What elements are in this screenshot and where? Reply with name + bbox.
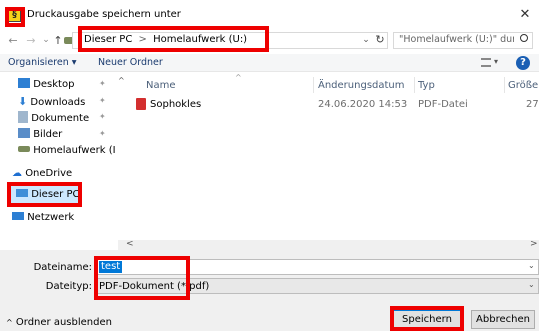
refresh-icon[interactable]: ↻	[373, 32, 387, 48]
sidebar-item-label: Bilder	[33, 129, 63, 140]
chevron-up-icon: ^	[6, 318, 13, 327]
sort-indicator-icon: ^	[235, 73, 242, 82]
sidebar-item-onedrive[interactable]: ☁ OneDrive	[12, 168, 72, 179]
search-icon[interactable]	[520, 34, 528, 42]
sidebar-item-label: Desktop	[33, 79, 75, 90]
sidebar-item-label: OneDrive	[25, 168, 73, 179]
hide-folders-label: Ordner ausblenden	[15, 317, 112, 328]
sidebar-item-label: Downloads	[30, 97, 86, 108]
filename-label: Dateiname:	[33, 262, 92, 273]
sidebar-item-label: Dokumente	[31, 113, 90, 124]
pictures-icon	[18, 128, 30, 138]
pin-icon: ✦	[99, 79, 106, 88]
column-divider[interactable]	[313, 77, 314, 93]
highlight-save-button	[390, 306, 464, 331]
column-header-name[interactable]: Name	[146, 80, 176, 91]
sidebar-item-netzwerk[interactable]: Netzwerk	[12, 212, 74, 223]
pdf-file-icon	[136, 98, 146, 110]
horizontal-scrollbar[interactable]	[118, 240, 539, 250]
documents-icon	[18, 111, 28, 123]
column-divider[interactable]	[504, 77, 505, 93]
window-title: Druckausgabe speichern unter	[27, 9, 181, 20]
file-name[interactable]: Sophokles	[150, 99, 201, 110]
download-arrow-icon: ⬇	[18, 95, 28, 108]
sidebar-item-desktop[interactable]: Desktop	[18, 78, 74, 90]
desktop-icon	[18, 78, 30, 88]
sidebar-item-label: Homelaufwerk (I	[33, 145, 116, 156]
cloud-icon: ☁	[12, 168, 22, 179]
column-header-type[interactable]: Typ	[418, 80, 435, 91]
sidebar-item-dokumente[interactable]: Dokumente	[18, 111, 89, 124]
filename-dropdown-icon[interactable]: ⌄	[528, 261, 535, 270]
column-header-date[interactable]: Änderungsdatum	[318, 80, 405, 91]
sidebar-item-downloads[interactable]: ⬇ Downloads	[18, 95, 85, 108]
back-arrow-icon[interactable]: ←	[6, 33, 20, 49]
help-icon[interactable]: ?	[516, 56, 530, 70]
highlight-dieser-pc	[7, 182, 82, 207]
filetype-dropdown-icon[interactable]: ⌄	[528, 280, 535, 289]
search-input[interactable]: "Homelaufwerk (U:)" durchsuc...	[399, 34, 514, 45]
scroll-left-icon[interactable]: <	[126, 239, 134, 249]
column-header-size[interactable]: Größe	[508, 80, 538, 91]
cancel-button[interactable]: Abbrechen	[471, 310, 535, 329]
file-size: 273	[526, 99, 539, 110]
new-folder-button[interactable]: Neuer Ordner	[98, 57, 163, 68]
filetype-label: Dateityp:	[45, 281, 92, 292]
drive-icon	[18, 146, 30, 152]
pin-icon: ✦	[99, 112, 106, 121]
sidebar-item-bilder[interactable]: Bilder	[18, 128, 62, 140]
highlight-app-icon	[5, 7, 25, 27]
pin-icon: ✦	[99, 129, 106, 138]
file-date: 24.06.2020 14:53	[318, 99, 408, 110]
close-icon[interactable]: ✕	[518, 8, 532, 22]
toolbar	[0, 54, 539, 72]
network-icon	[12, 212, 24, 220]
forward-arrow-icon[interactable]: →	[24, 33, 38, 49]
sidebar-scrollbar[interactable]	[117, 73, 125, 250]
address-dropdown-icon[interactable]: ⌄	[359, 32, 373, 48]
sidebar-item-homelaufwerk[interactable]: Homelaufwerk (I	[18, 145, 116, 156]
view-dropdown-icon[interactable]: ▾	[494, 57, 498, 66]
view-options-icon[interactable]	[481, 58, 491, 67]
highlight-filename-filetype	[94, 256, 190, 300]
column-divider[interactable]	[414, 77, 415, 93]
file-type: PDF-Datei	[418, 99, 468, 110]
up-arrow-icon[interactable]: ↑	[51, 33, 65, 49]
hide-folders-toggle[interactable]: ^ Ordner ausblenden	[6, 317, 112, 328]
organize-button[interactable]: Organisieren ▾	[8, 57, 77, 68]
scroll-up-icon[interactable]: ^	[118, 76, 125, 85]
pin-icon: ✦	[99, 96, 106, 105]
scroll-right-icon[interactable]: >	[530, 239, 538, 249]
highlight-breadcrumb	[78, 26, 269, 52]
sidebar-item-label: Netzwerk	[27, 212, 75, 223]
